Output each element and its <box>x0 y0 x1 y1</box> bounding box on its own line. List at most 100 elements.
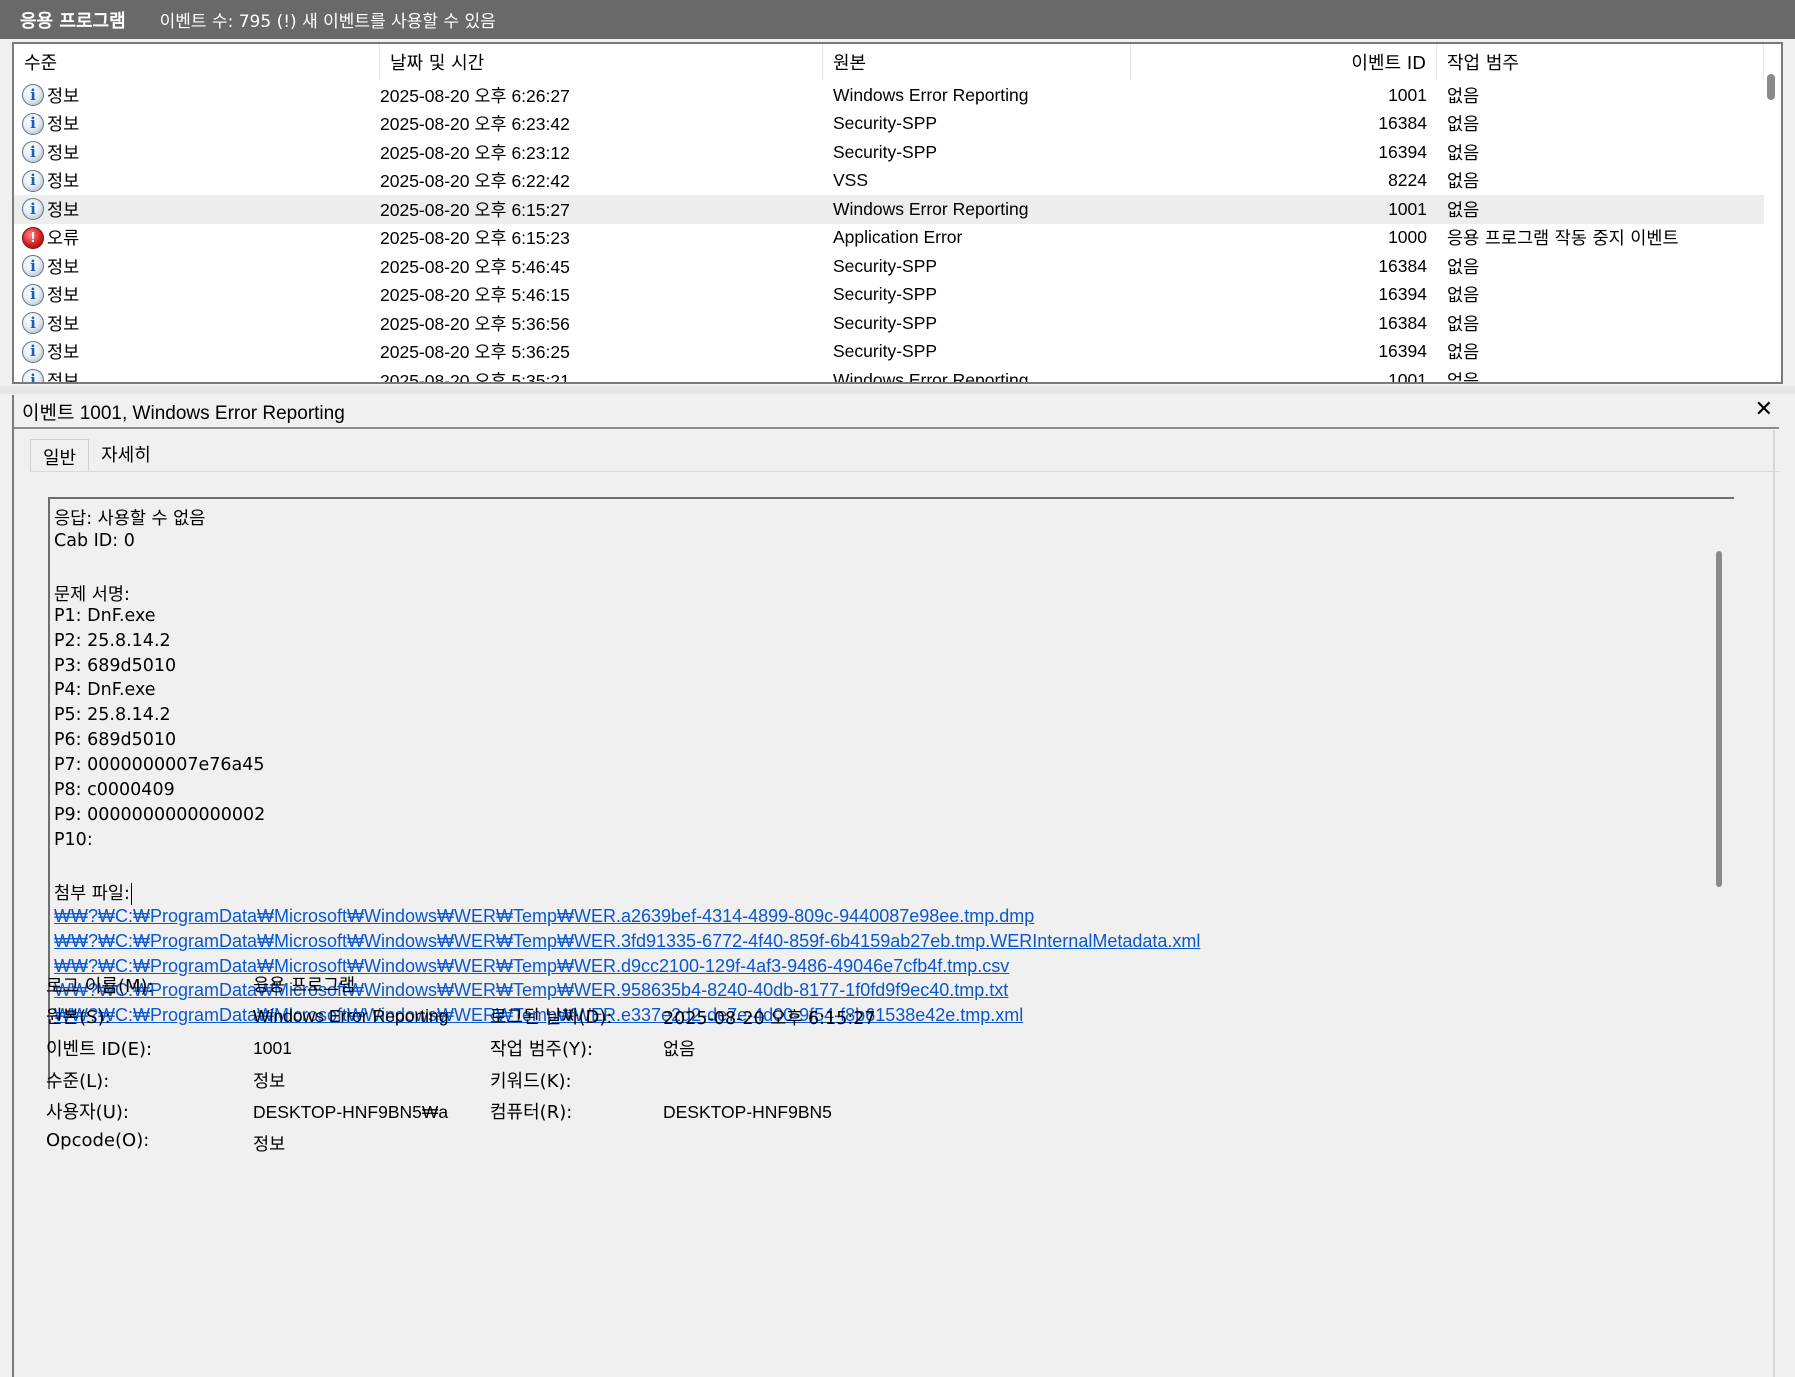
level-text: 정보 <box>47 143 80 164</box>
cell-source: Windows Error Reporting <box>833 84 1029 105</box>
level-label: 수준(L): <box>46 1071 110 1092</box>
table-row[interactable]: i 정보 2025-08-20 오후 6:26:27 Windows Error Re… <box>14 81 1764 110</box>
level-text: 정보 <box>47 115 80 136</box>
cell-event-id: 16384 <box>1378 255 1427 276</box>
cell-category: 없음 <box>1447 86 1480 107</box>
description-line: P10: <box>54 829 93 850</box>
detail-title: 이벤트 1001, Windows Error Reporting <box>22 403 345 424</box>
event-description-textbox[interactable]: 응답: 사용할 수 없음 Cab ID: 0 문제 서명: P1: DnF.exe P2… <box>48 497 1734 1089</box>
cell-event-id: 8224 <box>1388 170 1427 191</box>
cell-event-id: 1000 <box>1388 227 1427 248</box>
info-icon: i <box>22 84 44 107</box>
table-row[interactable]: i 정보 2025-08-20 오후 6:22:42 VSS 8224 없음 <box>14 167 1764 196</box>
cell-datetime: 2025-08-20 오후 6:15:27 <box>380 199 570 220</box>
column-header-event-id[interactable]: 이벤트 ID <box>1131 44 1437 80</box>
column-header-level[interactable]: 수준 <box>14 44 380 80</box>
opcode-label: Opcode(O): <box>46 1130 150 1151</box>
cell-source: Security-SPP <box>833 341 938 362</box>
task-category-value[interactable]: 없음 <box>663 1036 695 1061</box>
description-line: 첨부 파일: <box>54 882 132 905</box>
title-bar: 응용 프로그램 이벤트 수: 795 (!) 새 이벤트를 사용할 수 있음 <box>0 0 1795 39</box>
source-label: 원본(S): <box>46 1007 111 1028</box>
level-text: 정보 <box>47 200 80 221</box>
table-row[interactable]: i 정보 2025-08-20 오후 6:23:12 Security-SPP 1639… <box>14 138 1764 167</box>
description-line: P8: c0000409 <box>54 780 175 800</box>
description-scrollbar[interactable] <box>1716 551 1722 887</box>
column-header-datetime[interactable]: 날짜 및 시간 <box>380 44 823 80</box>
description-line: P2: 25.8.14.2 <box>54 630 171 651</box>
computer-value[interactable]: DESKTOP-HNF9BN5 <box>663 1102 832 1123</box>
cell-source: VSS <box>833 170 869 191</box>
cell-level: i 정보 <box>14 282 380 307</box>
logged-value[interactable]: 2025-08-20 오후 6:15:27 <box>663 1005 876 1030</box>
log-name-value[interactable]: 응용 프로그램 <box>253 972 355 997</box>
source-value[interactable]: Windows Error Reporting <box>253 1006 448 1027</box>
info-icon: i <box>22 169 44 192</box>
list-scrollbar[interactable] <box>1767 74 1775 100</box>
window-edge <box>1781 394 1795 1377</box>
logged-label: 로그된 날짜(D): <box>490 1007 613 1028</box>
event-detail-pane: 이벤트 1001, Windows Error Reporting ✕ 일반 자… <box>12 395 1783 1377</box>
level-text: 정보 <box>47 86 80 107</box>
cell-source: Security-SPP <box>833 113 938 134</box>
tab-general[interactable]: 일반 <box>30 439 90 471</box>
info-icon: i <box>22 112 44 135</box>
user-label: 사용자(U): <box>46 1102 129 1123</box>
cell-category: 없음 <box>1447 115 1480 136</box>
tab-details[interactable]: 자세히 <box>89 437 163 471</box>
attachment-link[interactable]: ₩₩?₩C:₩ProgramData₩Microsoft₩Windows₩WER… <box>54 906 1034 934</box>
cell-source: Security-SPP <box>833 312 938 333</box>
column-header-source[interactable]: 원본 <box>823 44 1131 80</box>
cell-category: 응용 프로그램 작동 중지 이벤트 <box>1447 229 1679 250</box>
cell-source: Windows Error Reporting <box>833 369 1029 384</box>
close-icon[interactable]: ✕ <box>1755 397 1773 422</box>
table-row[interactable]: i 정보 2025-08-20 오후 5:46:45 Security-SPP 1638… <box>14 252 1764 281</box>
table-row[interactable]: i 정보 2025-08-20 오후 6:23:42 Security-SPP 1638… <box>14 110 1764 139</box>
cell-level: i 정보 <box>14 140 380 165</box>
cell-category: 없음 <box>1447 314 1480 335</box>
error-icon: ! <box>22 226 44 249</box>
level-text: 오류 <box>47 229 80 250</box>
column-header-category[interactable]: 작업 범주 <box>1437 44 1764 80</box>
event-list[interactable]: 수준 날짜 및 시간 원본 이벤트 ID 작업 범주 i 정보 2025-08-20… <box>12 42 1783 384</box>
description-line: P7: 0000000007e76a45 <box>54 755 265 776</box>
table-row[interactable]: i 정보 2025-08-20 오후 5:35:21 Windows Error Re… <box>14 366 1764 384</box>
table-row[interactable]: i 정보 2025-08-20 오후 5:46:15 Security-SPP 1639… <box>14 281 1764 310</box>
event-id-value[interactable]: 1001 <box>253 1038 292 1059</box>
cell-event-id: 16394 <box>1378 141 1427 162</box>
table-row[interactable]: i 정보 2025-08-20 오후 5:36:56 Security-SPP 1638… <box>14 309 1764 338</box>
table-row[interactable]: ! 오류 2025-08-20 오후 6:15:23 Application Erro… <box>14 224 1764 253</box>
cell-category: 없음 <box>1447 371 1480 384</box>
attachment-link[interactable]: ₩₩?₩C:₩ProgramData₩Microsoft₩Windows₩WER… <box>54 931 1200 959</box>
cell-datetime: 2025-08-20 오후 6:15:23 <box>380 228 570 249</box>
description-line: P9: 0000000000000002 <box>54 804 266 825</box>
cell-level: i 정보 <box>14 311 380 336</box>
description-line: P1: DnF.exe <box>54 605 156 626</box>
cell-category: 없음 <box>1447 200 1480 221</box>
table-row[interactable]: i 정보 2025-08-20 오후 5:36:25 Security-SPP 1639… <box>14 338 1764 367</box>
cell-datetime: 2025-08-20 오후 5:36:25 <box>380 342 570 363</box>
cell-datetime: 2025-08-20 오후 6:23:42 <box>380 114 570 135</box>
cell-datetime: 2025-08-20 오후 5:46:45 <box>380 256 570 277</box>
cell-level: ! 오류 <box>14 225 380 250</box>
cell-level: i 정보 <box>14 339 380 364</box>
info-icon: i <box>22 369 44 382</box>
user-value[interactable]: DESKTOP-HNF9BN5₩a <box>253 1102 448 1123</box>
computer-label: 컴퓨터(R): <box>490 1102 573 1123</box>
info-icon: i <box>22 255 44 278</box>
list-header: 수준 날짜 및 시간 원본 이벤트 ID 작업 범주 <box>14 44 1764 80</box>
info-icon: i <box>22 340 44 363</box>
cell-datetime: 2025-08-20 오후 5:36:56 <box>380 313 570 334</box>
opcode-value[interactable]: 정보 <box>253 1131 285 1156</box>
pane-splitter[interactable] <box>0 386 1795 394</box>
attachment-link[interactable]: ₩₩?₩C:₩ProgramData₩Microsoft₩Windows₩WER… <box>54 956 1009 984</box>
cell-category: 없음 <box>1447 172 1480 193</box>
cell-source: Security-SPP <box>833 141 938 162</box>
table-row[interactable]: i 정보 2025-08-20 오후 6:15:27 Windows Error Re… <box>14 195 1764 224</box>
level-text: 정보 <box>47 314 80 335</box>
level-text: 정보 <box>47 286 80 307</box>
level-value[interactable]: 정보 <box>253 1068 285 1093</box>
description-line: 응답: 사용할 수 없음 <box>54 509 206 529</box>
event-count: 이벤트 수: 795 (!) 새 이벤트를 사용할 수 있음 <box>159 12 496 32</box>
cell-datetime: 2025-08-20 오후 6:22:42 <box>380 171 570 192</box>
